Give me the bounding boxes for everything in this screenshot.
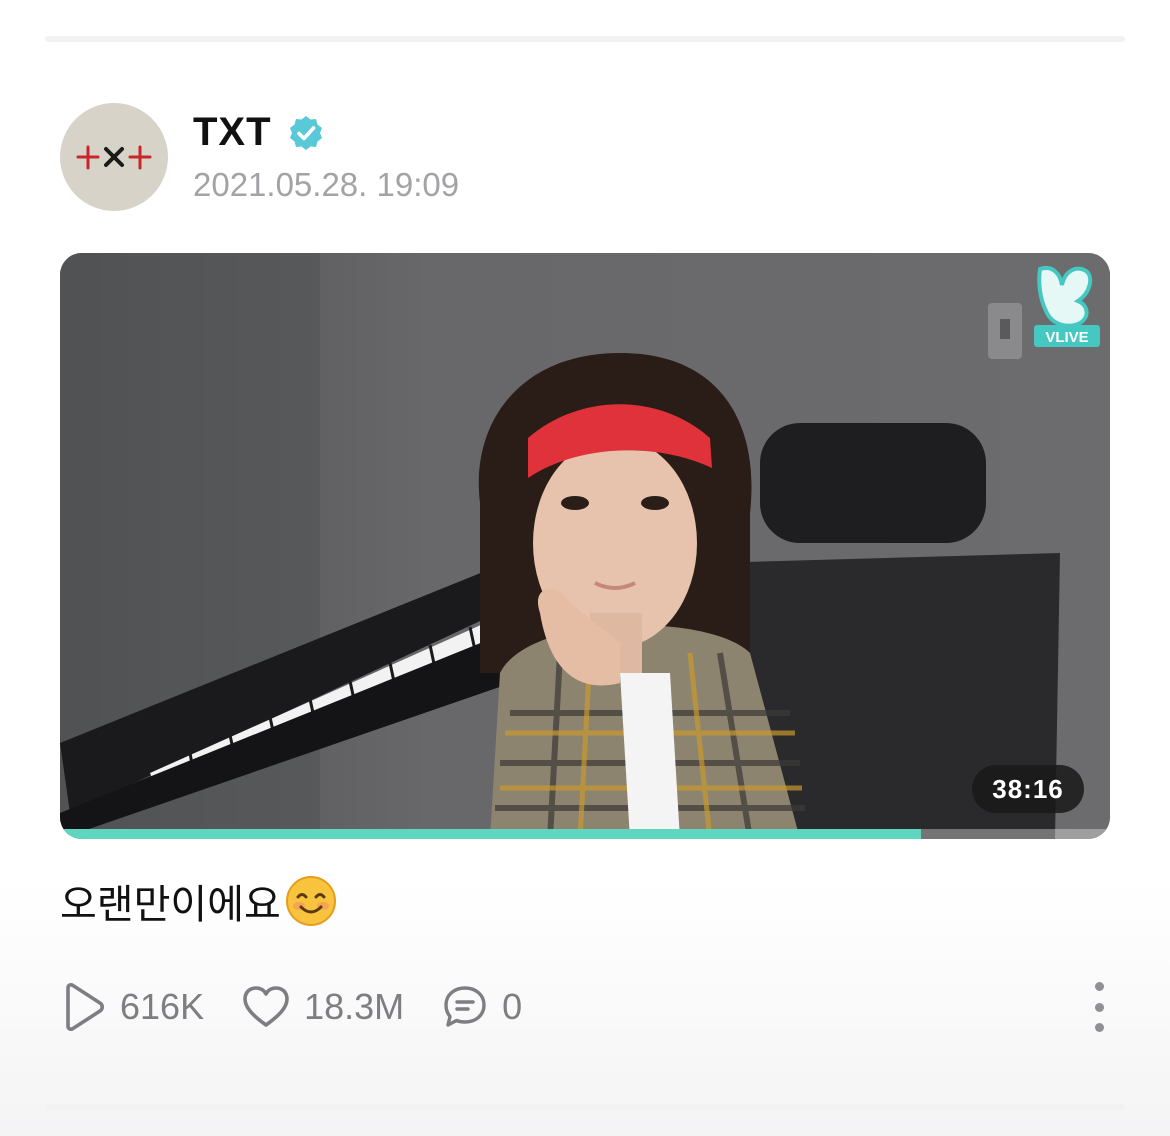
more-dot-icon [1094,1002,1104,1012]
video-thumbnail[interactable]: VLIVE 38:16 [60,253,1110,839]
smiling-face-icon [285,876,336,926]
txt-logo-icon [76,145,152,170]
play-count: 616K [60,982,204,1032]
verified-badge-icon [290,116,322,150]
bottom-divider [45,1104,1125,1110]
post-caption: 오랜만이에요 [60,872,337,930]
comment-icon [444,986,486,1027]
play-count-value: 616K [120,986,205,1027]
more-dot-icon [1094,1023,1104,1032]
channel-avatar[interactable] [60,103,168,211]
vlive-watermark: VLIVE [1045,329,1088,346]
post-stats: 616K 18.3M 0 [60,980,560,1034]
caption-text: 오랜만이에요 [60,883,281,927]
like-count[interactable]: 18.3M [242,985,404,1029]
comment-count[interactable]: 0 [442,984,522,1030]
top-divider [45,36,1125,42]
more-dot-icon [1094,982,1104,991]
video-duration-badge: 38:16 [972,765,1084,813]
watch-progress-track [60,829,1110,839]
vlive-logo-icon: VLIVE [1034,266,1100,347]
comment-count-value: 0 [502,986,523,1027]
like-count-value: 18.3M [304,986,405,1027]
channel-name[interactable]: TXT [193,110,272,155]
watch-progress-fill [60,829,921,839]
post-card: TXT 2021.05.28. 19:09 VLIVE 38:16 오랜만이에요… [0,0,1170,1136]
heart-icon [243,986,289,1027]
more-options-button[interactable] [1082,980,1116,1034]
post-date: 2021.05.28. 19:09 [193,166,460,203]
video-frame-image [60,253,1110,839]
play-icon [66,983,105,1031]
